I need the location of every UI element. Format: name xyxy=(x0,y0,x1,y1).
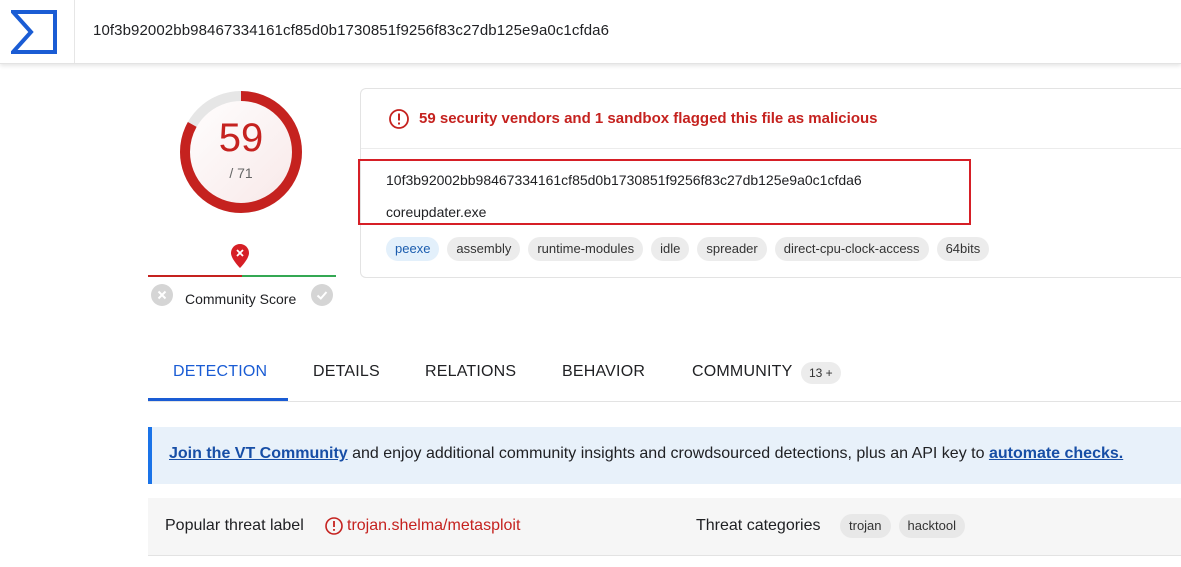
close-icon xyxy=(157,290,167,300)
active-tab-indicator xyxy=(148,398,288,401)
vote-harmless-button[interactable] xyxy=(311,284,333,306)
total-count: / 71 xyxy=(229,165,253,181)
alert-circle-icon xyxy=(325,517,343,535)
banner-text: Join the VT Community and enjoy addition… xyxy=(169,445,1123,463)
community-score-label: Community Score xyxy=(185,291,297,307)
threat-summary-row: Popular threat label trojan.shelma/metas… xyxy=(148,498,1181,556)
tag[interactable]: 64bits xyxy=(936,237,990,261)
tab-relations[interactable]: RELATIONS xyxy=(425,363,516,381)
virustotal-logo-icon[interactable] xyxy=(11,10,57,54)
tag[interactable]: assembly xyxy=(447,237,521,261)
threat-category-tag[interactable]: trojan xyxy=(840,514,891,538)
file-tags: peexe assembly runtime-modules idle spre… xyxy=(386,237,990,261)
tag[interactable]: spreader xyxy=(697,237,767,261)
tag[interactable]: direct-cpu-clock-access xyxy=(774,237,929,261)
tab-detection[interactable]: DETECTION xyxy=(173,363,267,381)
community-count-badge: 13 + xyxy=(801,362,841,384)
alert-circle-icon xyxy=(389,109,409,129)
tag[interactable]: peexe xyxy=(386,237,440,261)
detection-score-ring: 59 / 71 xyxy=(176,88,306,218)
tag[interactable]: idle xyxy=(651,237,690,261)
file-name: coreupdater.exe xyxy=(386,204,487,220)
banner-body: and enjoy additional community insights … xyxy=(347,445,989,462)
detected-count: 59 xyxy=(218,116,264,160)
top-bar: 10f3b92002bb98467334161cf85d0b1730851f92… xyxy=(0,0,1181,64)
tab-details[interactable]: DETAILS xyxy=(313,363,380,381)
community-banner: Join the VT Community and enjoy addition… xyxy=(148,427,1181,484)
alert-text: 59 security vendors and 1 sandbox flagge… xyxy=(419,110,878,127)
popular-threat-label-title: Popular threat label xyxy=(165,517,304,534)
alert-header: 59 security vendors and 1 sandbox flagge… xyxy=(361,89,1181,149)
tag[interactable]: runtime-modules xyxy=(528,237,644,261)
topbar-divider xyxy=(74,0,75,63)
file-hash: 10f3b92002bb98467334161cf85d0b1730851f92… xyxy=(386,172,862,188)
vote-harmful-button[interactable] xyxy=(151,284,173,306)
community-score-bar xyxy=(148,275,336,278)
map-pin-x-icon xyxy=(231,244,249,268)
tab-community[interactable]: COMMUNITY xyxy=(692,363,792,381)
tab-bar: DETECTION DETAILS RELATIONS BEHAVIOR COM… xyxy=(148,352,1181,402)
tab-behavior[interactable]: BEHAVIOR xyxy=(562,363,645,381)
check-icon xyxy=(316,291,328,300)
threat-category-tags: trojan hacktool xyxy=(840,514,965,538)
automate-checks-link[interactable]: automate checks. xyxy=(989,445,1123,462)
search-input[interactable]: 10f3b92002bb98467334161cf85d0b1730851f92… xyxy=(93,22,609,39)
threat-category-tag[interactable]: hacktool xyxy=(898,514,965,538)
join-community-link[interactable]: Join the VT Community xyxy=(169,445,348,462)
threat-categories-title: Threat categories xyxy=(696,517,821,534)
popular-threat-label-value[interactable]: trojan.shelma/metasploit xyxy=(347,517,520,535)
